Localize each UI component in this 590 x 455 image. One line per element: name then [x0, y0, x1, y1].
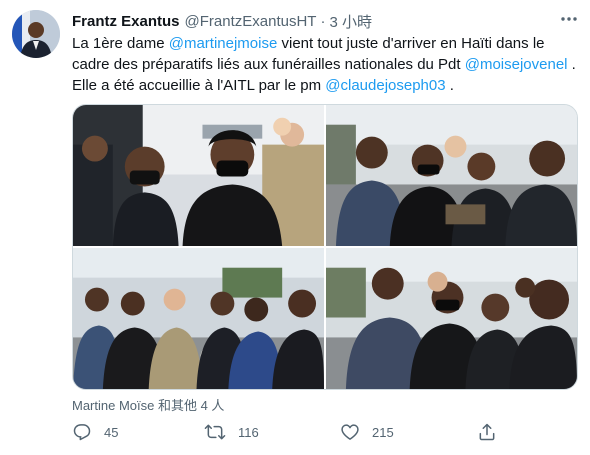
photo-1[interactable] — [73, 105, 324, 246]
mention-link[interactable]: @claudejoseph03 — [325, 77, 445, 94]
share-icon — [477, 422, 497, 442]
tweet-text-part: La 1ère dame — [72, 35, 169, 52]
author-name[interactable]: Frantz Exantus — [72, 13, 180, 30]
photo-4[interactable] — [326, 248, 577, 389]
timestamp[interactable]: 3 小時 — [329, 11, 372, 32]
tweet-header: Frantz Exantus @FrantzExantusHT · 3 小時 — [72, 10, 372, 32]
more-options-button[interactable] — [556, 10, 582, 32]
tweet-text-part: . — [445, 77, 454, 94]
like-button[interactable]: 215 — [340, 420, 394, 444]
action-bar: 45 116 215 — [72, 420, 502, 444]
more-dots-icon — [560, 10, 578, 33]
tagged-people[interactable]: Martine Moïse 和其他 4 人 — [72, 395, 224, 413]
photo-2[interactable] — [326, 105, 577, 246]
tweet-text: La 1ère dame @martinejmoise vient tout j… — [72, 33, 580, 96]
retweet-count: 116 — [238, 424, 259, 440]
tweet[interactable]: Frantz Exantus @FrantzExantusHT · 3 小時 L… — [0, 0, 590, 455]
heart-icon — [340, 422, 360, 442]
author-handle[interactable]: @FrantzExantusHT — [185, 13, 317, 30]
avatar[interactable] — [12, 10, 60, 58]
reply-count: 45 — [104, 424, 119, 440]
retweet-icon — [204, 422, 226, 442]
separator-dot: · — [320, 12, 326, 30]
mention-link[interactable]: @martinejmoise — [169, 35, 278, 52]
tagged-people-label: Martine Moïse 和其他 4 人 — [72, 397, 225, 413]
like-count: 215 — [372, 424, 394, 440]
mention-link[interactable]: @moisejovenel — [465, 56, 568, 73]
photo-grid — [72, 104, 578, 390]
retweet-button[interactable]: 116 — [204, 420, 259, 444]
reply-icon — [72, 422, 92, 442]
share-button[interactable] — [477, 420, 497, 444]
photo-3[interactable] — [73, 248, 324, 389]
reply-button[interactable]: 45 — [72, 420, 118, 444]
